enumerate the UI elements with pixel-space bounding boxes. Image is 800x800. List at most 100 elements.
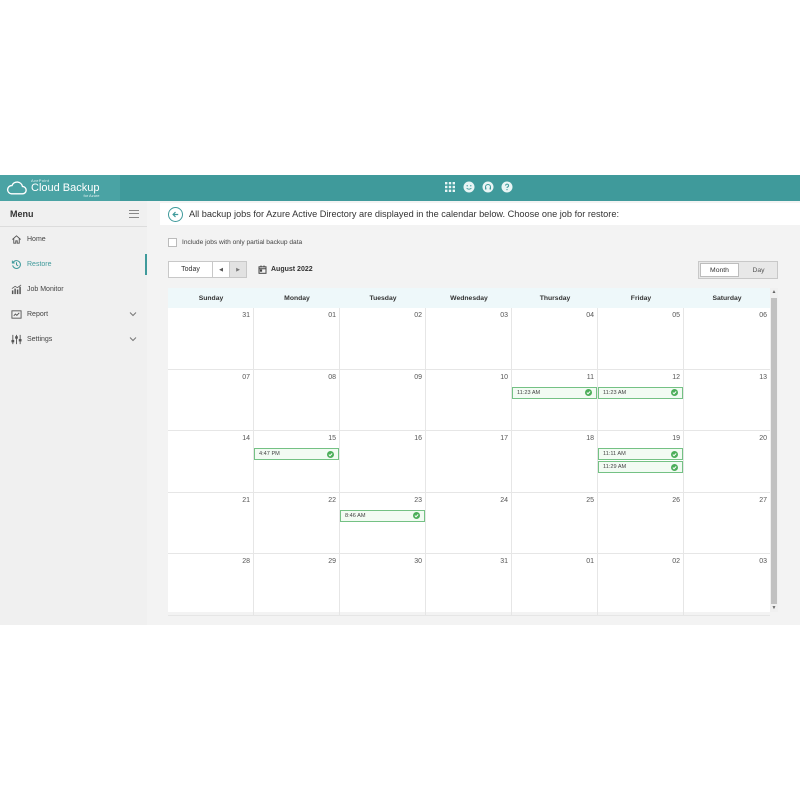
day-number: 03 [500,312,508,319]
scroll-up-icon[interactable]: ▲ [771,289,777,295]
backup-job-entry[interactable]: 11:11 AM [598,448,683,460]
month-label: August 2022 [271,266,313,273]
restore-icon [10,259,22,271]
day-number: 24 [500,496,508,504]
day-number: 03 [759,558,767,565]
calendar-day-cell[interactable]: 10 [426,369,512,431]
sidebar-item-restore[interactable]: Restore [0,252,147,277]
day-number: 25 [586,496,594,504]
calendar-day-cell[interactable]: 06 [684,308,770,370]
day-number: 29 [328,558,336,565]
day-number: 11 [586,373,594,381]
day-number: 08 [328,373,336,381]
calendar-day-cell[interactable]: 22 [254,492,340,554]
calendar-day-cell[interactable]: 04 [512,308,598,370]
job-time: 11:23 AM [603,389,627,396]
calendar-day-cell[interactable]: 03 [426,308,512,370]
previous-month-button[interactable]: ◀ [213,261,230,278]
calendar-week-row: 21 22 23 8:46 AM 24 25 26 27 [168,492,770,554]
day-number: 31 [500,558,508,565]
day-number: 21 [242,496,250,504]
calendar-day-cell[interactable]: 14 [168,431,254,493]
day-number: 19 [672,435,680,442]
backup-job-entry[interactable]: 8:46 AM [340,509,425,522]
brand-logo[interactable]: AvePoint Cloud Backup for Azure [0,175,120,201]
calendar-day-cell[interactable]: 07 [168,369,254,431]
sidebar-item-job-monitor[interactable]: Job Monitor [0,277,147,302]
calendar-scrollbar[interactable]: ▲ ▼ [770,288,778,612]
partial-backup-checkbox[interactable] [168,238,177,247]
calendar-week-row: 14 15 4:47 PM 16 17 18 19 11:11 AM 11:29 AM 20 [168,431,770,493]
day-view-button[interactable]: Day [740,262,777,278]
calendar-day-cell[interactable]: 29 [254,554,340,616]
chevron-down-icon[interactable] [129,335,137,343]
sidebar-item-home[interactable]: Home [0,227,147,252]
calendar-day-cell[interactable]: 30 [340,554,426,616]
view-switch: Month Day [698,261,778,279]
calendar-day-cell[interactable]: 25 [512,492,598,554]
calendar-day-cell[interactable]: 03 [684,554,770,616]
calendar-day-cell[interactable]: 27 [684,493,770,554]
success-check-icon [671,450,678,458]
job-time: 4:47 PM [259,451,280,457]
backup-job-entry[interactable]: 11:29 AM [598,461,683,473]
calendar-day-cell[interactable]: 02 [598,554,684,616]
calendar-day-cell[interactable]: 09 [340,369,426,431]
job-time: 8:46 AM [345,512,366,519]
calendar-day-cell[interactable]: 15 4:47 PM [254,431,340,493]
sidebar-item-label: Home [27,236,46,243]
calendar-day-cell[interactable]: 17 [426,431,512,493]
calendar-day-cell[interactable]: 02 [340,308,426,370]
calendar-day-cell[interactable]: 28 [168,554,254,616]
calendar-day-cell[interactable]: 31 [168,308,254,370]
scrollbar-thumb[interactable] [771,298,777,604]
today-button[interactable]: Today [168,261,213,278]
calendar-day-cell[interactable]: 05 [598,308,684,370]
brand-vendor: AvePoint [31,177,50,183]
success-check-icon [327,450,334,458]
page-header: All backup jobs for Azure Active Directo… [160,203,800,225]
partial-backup-filter[interactable]: Include jobs with only partial backup da… [168,238,302,247]
calendar-day-cell[interactable]: 26 [598,492,684,554]
calendar-day-cell[interactable]: 24 [426,492,512,554]
calendar-day-cell[interactable]: 18 [512,431,598,493]
day-number: 12 [672,373,680,381]
calendar-day-cell[interactable]: 13 [684,370,770,431]
settings-icon [10,334,22,346]
hamburger-menu-icon[interactable] [129,209,139,218]
job-time: 11:11 AM [603,451,626,457]
smile-icon[interactable] [463,181,475,193]
sidebar-item-report[interactable]: Report [0,302,147,327]
weekday-label: Monday [284,294,310,302]
calendar-day-cell[interactable]: 08 [254,369,340,431]
success-check-icon [671,389,678,396]
scroll-down-icon[interactable]: ▼ [771,605,777,611]
backup-job-entry[interactable]: 11:23 AM [512,386,597,399]
headset-icon[interactable] [482,181,494,193]
month-picker[interactable]: August 2022 [258,265,313,274]
calendar-day-cell[interactable]: 21 [168,492,254,554]
calendar-day-cell[interactable]: 19 11:11 AM 11:29 AM [598,431,684,493]
next-month-button[interactable]: ▶ [230,261,247,278]
calendar-day-cell[interactable]: 23 8:46 AM [340,492,426,554]
help-icon[interactable] [501,181,513,193]
brand-edition: for Azure [83,192,100,198]
calendar-day-cell[interactable]: 31 [426,554,512,616]
backup-job-entry[interactable]: 4:47 PM [254,448,339,460]
calendar-day-cell[interactable]: 01 [512,554,598,616]
day-number: 02 [672,558,680,565]
calendar-day-cell[interactable]: 11 11:23 AM [512,369,598,431]
chevron-down-icon[interactable] [129,310,137,318]
calendar-day-cell[interactable]: 01 [254,308,340,370]
backup-job-entry[interactable]: 11:23 AM [598,386,683,399]
calendar-day-cell[interactable]: 20 [684,431,770,493]
calendar-grid: 31 01 02 03 04 05 06 07 08 09 10 11 11:23 AM 12 11:23 … [168,308,770,616]
month-view-button[interactable]: Month [700,263,739,277]
sidebar-item-settings[interactable]: Settings [0,327,147,352]
partial-backup-label: Include jobs with only partial backup da… [182,239,303,246]
back-arrow-icon[interactable] [168,206,183,222]
day-number: 31 [242,312,250,319]
apps-grid-icon[interactable] [444,181,456,193]
calendar-day-cell[interactable]: 16 [340,431,426,493]
calendar-day-cell[interactable]: 12 11:23 AM [598,369,684,431]
